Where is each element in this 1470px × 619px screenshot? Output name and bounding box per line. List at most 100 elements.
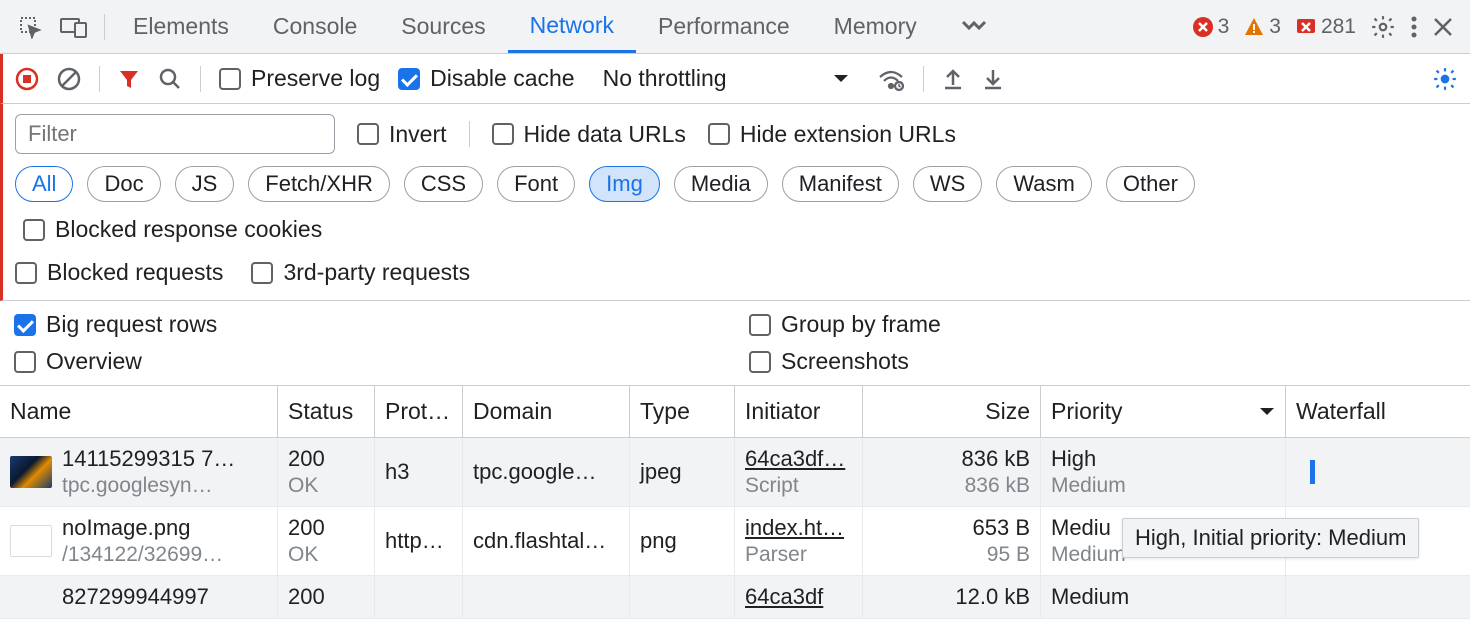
col-name[interactable]: Name <box>0 386 278 437</box>
cell-status: 200 <box>278 576 375 618</box>
chip-doc[interactable]: Doc <box>87 166 160 202</box>
throttling-select[interactable]: No throttling <box>593 65 859 92</box>
throttling-value: No throttling <box>603 65 727 92</box>
cell-domain: tpc.google… <box>463 438 630 506</box>
tab-memory[interactable]: Memory <box>812 0 939 53</box>
cell-initiator: 64ca3df <box>735 576 863 618</box>
col-size[interactable]: Size <box>863 386 1041 437</box>
chip-js[interactable]: JS <box>175 166 235 202</box>
hide-data-urls-checkbox[interactable]: Hide data URLs <box>492 121 686 148</box>
table-row[interactable]: 827299944997 200 64ca3df 12.0 kB Medium <box>0 576 1470 619</box>
overview-checkbox[interactable]: Overview <box>14 348 142 375</box>
tab-console[interactable]: Console <box>251 0 379 53</box>
chip-all[interactable]: All <box>15 166 73 202</box>
disable-cache-checkbox[interactable]: Disable cache <box>398 65 574 92</box>
chip-media[interactable]: Media <box>674 166 768 202</box>
cell-status: 200OK <box>278 438 375 506</box>
cell-name: noImage.png /134122/32699… <box>0 507 278 575</box>
checkbox-icon <box>14 351 36 373</box>
col-type[interactable]: Type <box>630 386 735 437</box>
name-sub: tpc.googlesyn… <box>62 474 235 498</box>
col-domain[interactable]: Domain <box>463 386 630 437</box>
network-toolbar: Preserve log Disable cache No throttling <box>0 54 1470 104</box>
tab-more[interactable] <box>939 0 1009 53</box>
chip-img[interactable]: Img <box>589 166 660 202</box>
chip-wasm[interactable]: Wasm <box>996 166 1092 202</box>
checkbox-icon <box>708 123 730 145</box>
divider <box>469 121 470 147</box>
blocked-cookies-checkbox[interactable]: Blocked response cookies <box>23 216 322 243</box>
tab-network[interactable]: Network <box>508 0 636 53</box>
cell-initiator: 64ca3df…Script <box>735 438 863 506</box>
filter-input[interactable] <box>15 114 335 154</box>
tab-sources[interactable]: Sources <box>379 0 507 53</box>
settings-icon[interactable] <box>1370 14 1396 40</box>
cell-protocol: h3 <box>375 438 463 506</box>
checkbox-icon <box>251 262 273 284</box>
chip-css[interactable]: CSS <box>404 166 483 202</box>
chip-fetch-xhr[interactable]: Fetch/XHR <box>248 166 390 202</box>
third-party-checkbox[interactable]: 3rd-party requests <box>251 259 470 286</box>
col-waterfall[interactable]: Waterfall <box>1286 386 1470 437</box>
chip-other[interactable]: Other <box>1106 166 1195 202</box>
col-protocol[interactable]: Prot… <box>375 386 463 437</box>
checkbox-icon <box>749 351 771 373</box>
big-rows-checkbox[interactable]: Big request rows <box>14 311 217 338</box>
kebab-icon[interactable] <box>1410 15 1418 39</box>
network-settings-icon[interactable] <box>1432 66 1458 92</box>
cell-status: 200OK <box>278 507 375 575</box>
record-icon[interactable] <box>15 67 39 91</box>
name-main: 14115299315 7… <box>62 446 235 472</box>
error-count[interactable]: 3 <box>1192 15 1230 39</box>
warning-count[interactable]: 3 <box>1243 15 1281 39</box>
filter-icon[interactable] <box>118 68 140 90</box>
inspect-group <box>8 15 98 39</box>
cell-domain <box>463 576 630 618</box>
third-party-label: 3rd-party requests <box>283 259 470 286</box>
cell-domain: cdn.flashtal… <box>463 507 630 575</box>
cell-type: jpeg <box>630 438 735 506</box>
col-status[interactable]: Status <box>278 386 375 437</box>
message-count[interactable]: 281 <box>1295 15 1356 39</box>
chip-ws[interactable]: WS <box>913 166 982 202</box>
checkbox-icon <box>219 68 241 90</box>
checkbox-icon <box>357 123 379 145</box>
warning-icon <box>1243 16 1265 38</box>
preserve-log-checkbox[interactable]: Preserve log <box>219 65 380 92</box>
search-icon[interactable] <box>158 67 182 91</box>
upload-icon[interactable] <box>942 67 964 91</box>
chip-manifest[interactable]: Manifest <box>782 166 899 202</box>
message-icon <box>1295 16 1317 38</box>
device-icon[interactable] <box>60 16 88 38</box>
chevron-down-icon <box>833 74 849 84</box>
network-conditions-icon[interactable] <box>877 67 905 91</box>
close-icon[interactable] <box>1432 16 1454 38</box>
cell-name: 14115299315 7… tpc.googlesyn… <box>0 438 278 506</box>
cell-priority: Medium <box>1041 576 1286 618</box>
col-initiator[interactable]: Initiator <box>735 386 863 437</box>
blocked-requests-checkbox[interactable]: Blocked requests <box>15 259 223 286</box>
hide-ext-urls-checkbox[interactable]: Hide extension URLs <box>708 121 956 148</box>
cell-priority: HighMedium <box>1041 438 1286 506</box>
invert-checkbox[interactable]: Invert <box>357 121 447 148</box>
table-row[interactable]: 14115299315 7… tpc.googlesyn… 200OK h3 t… <box>0 438 1470 507</box>
checkbox-icon <box>23 219 45 241</box>
screenshots-checkbox[interactable]: Screenshots <box>749 348 909 375</box>
divider <box>923 66 924 92</box>
tabbar-status: 3 3 281 <box>1192 14 1462 40</box>
group-by-frame-checkbox[interactable]: Group by frame <box>749 311 941 338</box>
col-priority-label: Priority <box>1051 398 1123 425</box>
col-priority[interactable]: Priority <box>1041 386 1286 437</box>
tab-performance[interactable]: Performance <box>636 0 812 53</box>
tab-elements[interactable]: Elements <box>111 0 251 53</box>
cell-protocol: http… <box>375 507 463 575</box>
cell-waterfall <box>1286 438 1470 506</box>
clear-icon[interactable] <box>57 67 81 91</box>
error-number: 3 <box>1218 15 1230 39</box>
inspect-icon[interactable] <box>18 15 42 39</box>
priority-tooltip: High, Initial priority: Medium <box>1122 518 1419 558</box>
chip-font[interactable]: Font <box>497 166 575 202</box>
view-options-row-2: Overview Screenshots <box>0 348 1470 385</box>
invert-label: Invert <box>389 121 447 148</box>
download-icon[interactable] <box>982 67 1004 91</box>
